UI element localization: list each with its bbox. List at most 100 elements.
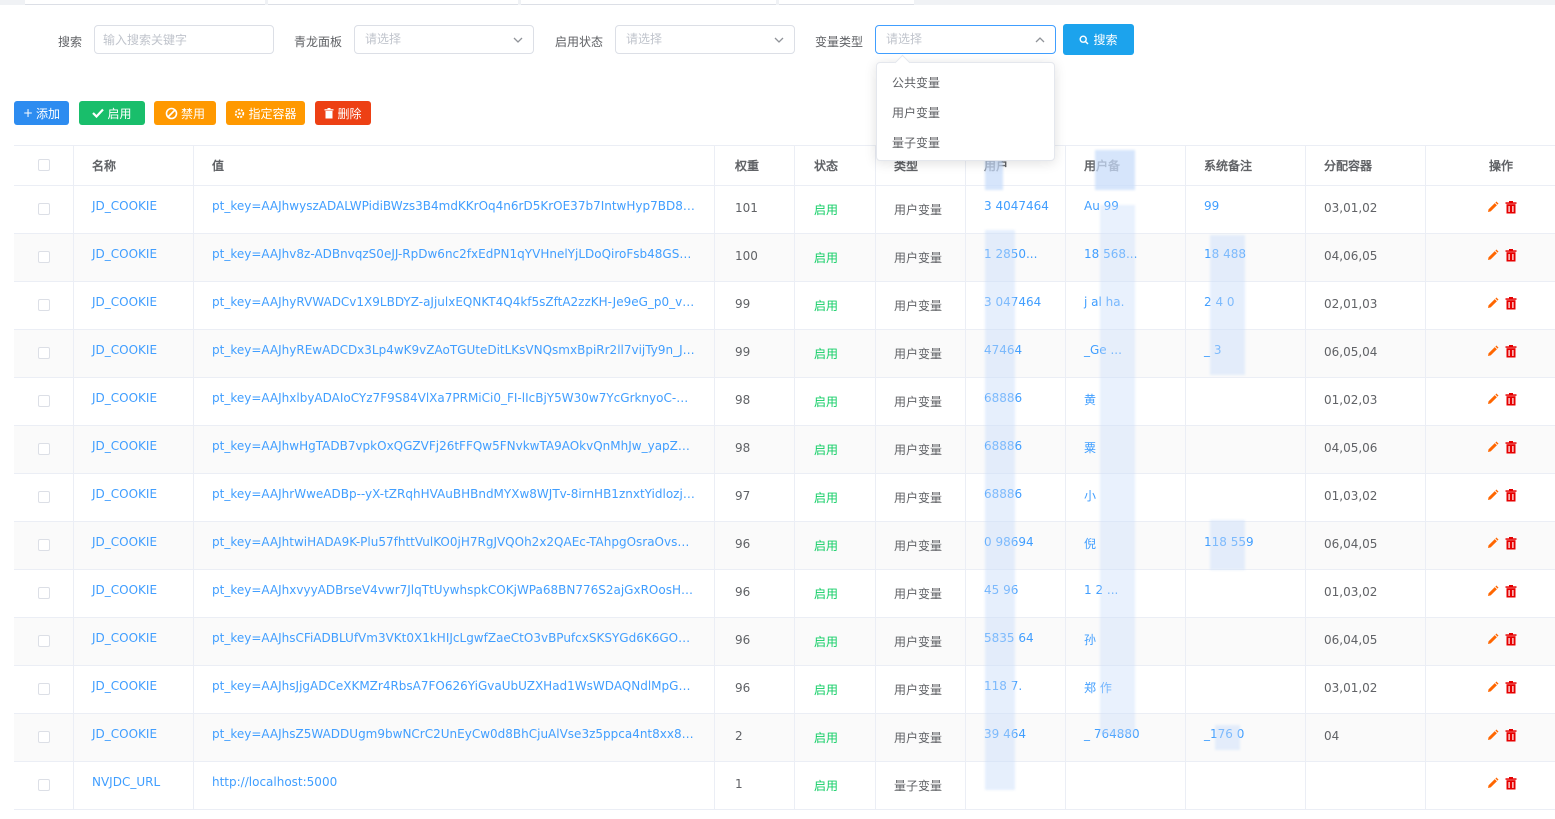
row-checkbox[interactable]	[38, 683, 50, 695]
delete-icon[interactable]	[1505, 297, 1517, 310]
variable-value-link[interactable]: pt_key=AAJhyRVWADCv1X9LBDYZ-aJjulxEQNKT4…	[212, 295, 695, 309]
select-all-checkbox[interactable]	[38, 159, 50, 171]
row-checkbox[interactable]	[38, 251, 50, 263]
row-checkbox[interactable]	[38, 779, 50, 791]
disable-button[interactable]: 禁用	[154, 101, 216, 125]
variable-name-link[interactable]: JD_COOKIE	[92, 679, 157, 693]
delete-icon[interactable]	[1505, 681, 1517, 694]
variable-name-link[interactable]: JD_COOKIE	[92, 295, 157, 309]
user-note-value[interactable]: 小	[1084, 487, 1096, 504]
sys-note-cell: 18 488	[1186, 234, 1306, 281]
variable-value-link[interactable]: pt_key=AAJhtwiHADA9K-Plu57fhttVulKO0jH7R…	[212, 535, 695, 549]
tab-4[interactable]	[779, 0, 914, 5]
actions-cell	[1426, 570, 1555, 617]
row-checkbox[interactable]	[38, 203, 50, 215]
tab-2[interactable]	[268, 0, 518, 5]
variable-name-link[interactable]: JD_COOKIE	[92, 535, 157, 549]
variable-name-link[interactable]: JD_COOKIE	[92, 247, 157, 261]
user-note-value[interactable]: 孙	[1084, 631, 1096, 648]
delete-icon[interactable]	[1505, 633, 1517, 646]
type-select[interactable]: 请选择	[875, 25, 1056, 54]
variable-value-link[interactable]: pt_key=AAJhwHgTADB7vpkOxQGZVFj26tFFQw5FN…	[212, 439, 695, 453]
delete-icon[interactable]	[1505, 537, 1517, 550]
user-note-value[interactable]: 倪	[1084, 535, 1096, 552]
variable-value-link[interactable]: pt_key=AAJhsCFiADBLUfVm3VKt0X1kHIJcLgwfZ…	[212, 631, 695, 645]
variable-name-link[interactable]: JD_COOKIE	[92, 343, 157, 357]
search-button[interactable]: 搜索	[1063, 24, 1134, 55]
delete-icon[interactable]	[1505, 489, 1517, 502]
search-field[interactable]	[94, 25, 274, 54]
edit-icon[interactable]	[1486, 249, 1499, 262]
edit-icon[interactable]	[1486, 633, 1499, 646]
variable-value-link[interactable]: pt_key=AAJhrWweADBp--yX-tZRqhHVAuBHBndMY…	[212, 487, 695, 501]
edit-icon[interactable]	[1486, 585, 1499, 598]
row-checkbox[interactable]	[38, 635, 50, 647]
search-input[interactable]	[103, 26, 273, 53]
delete-icon[interactable]	[1505, 585, 1517, 598]
weight-cell: 96	[715, 618, 795, 665]
variable-value-link[interactable]: pt_key=AAJhv8z-ADBnvqzS0eJJ-RpDw6nc2fxEd…	[212, 247, 695, 261]
sys-note-value[interactable]: 99	[1204, 199, 1219, 213]
weight-value: 1	[735, 777, 743, 791]
variable-value-link[interactable]: pt_key=AAJhxlbyADAIoCYz7F9S84VlXa7PRMiCi…	[212, 391, 695, 405]
row-checkbox[interactable]	[38, 539, 50, 551]
variable-name-link[interactable]: JD_COOKIE	[92, 391, 157, 405]
edit-icon[interactable]	[1486, 441, 1499, 454]
delete-icon[interactable]	[1505, 777, 1517, 790]
user-note-value[interactable]: 粟	[1084, 439, 1096, 456]
variable-name-link[interactable]: JD_COOKIE	[92, 199, 157, 213]
delete-icon[interactable]	[1505, 249, 1517, 262]
type-option-quantum[interactable]: 量子变量	[877, 128, 1054, 158]
variable-value-link[interactable]: pt_key=AAJhwyszADALWPidiBWzs3B4mdKKrOq4n…	[212, 199, 695, 213]
edit-icon[interactable]	[1486, 489, 1499, 502]
type-cell: 用户变量	[876, 234, 966, 281]
row-checkbox[interactable]	[38, 395, 50, 407]
delete-button[interactable]: 删除	[315, 101, 371, 125]
variable-value-link[interactable]: http://localhost:5000	[212, 775, 337, 789]
variable-name-link[interactable]: JD_COOKIE	[92, 631, 157, 645]
delete-icon[interactable]	[1505, 345, 1517, 358]
edit-icon[interactable]	[1486, 681, 1499, 694]
variable-name-link[interactable]: JD_COOKIE	[92, 487, 157, 501]
row-checkbox[interactable]	[38, 443, 50, 455]
variable-name-link[interactable]: JD_COOKIE	[92, 439, 157, 453]
delete-icon[interactable]	[1505, 393, 1517, 406]
edit-icon[interactable]	[1486, 777, 1499, 790]
delete-icon[interactable]	[1505, 729, 1517, 742]
type-value: 用户变量	[894, 683, 943, 697]
variable-name-link[interactable]: JD_COOKIE	[92, 583, 157, 597]
edit-icon[interactable]	[1486, 201, 1499, 214]
variable-name-link[interactable]: JD_COOKIE	[92, 727, 157, 741]
variable-value-link[interactable]: pt_key=AAJhsZ5WADDUgm9bwNCrC2UnEyCw0d8Bh…	[212, 727, 695, 741]
panel-select[interactable]: 请选择	[354, 25, 534, 54]
variable-value-link[interactable]: pt_key=AAJhxvyyADBrseV4vwr7JlqTtUywhspkC…	[212, 583, 695, 597]
row-checkbox[interactable]	[38, 587, 50, 599]
type-option-user[interactable]: 用户变量	[877, 98, 1054, 128]
row-checkbox[interactable]	[38, 491, 50, 503]
status-value: 启用	[814, 203, 839, 217]
variable-value-link[interactable]: pt_key=AAJhyREwADCDx3Lp4wK9vZAoTGUteDitL…	[212, 343, 695, 357]
tab-1[interactable]	[25, 0, 265, 5]
user-value[interactable]: 3 4047464	[984, 199, 1049, 213]
edit-icon[interactable]	[1486, 729, 1499, 742]
type-option-public[interactable]: 公共变量	[877, 68, 1054, 98]
assign-container-button[interactable]: 指定容器	[226, 101, 305, 125]
edit-icon[interactable]	[1486, 393, 1499, 406]
edit-icon[interactable]	[1486, 345, 1499, 358]
delete-icon[interactable]	[1505, 441, 1517, 454]
variable-name-link[interactable]: NVJDC_URL	[92, 775, 160, 789]
delete-icon[interactable]	[1505, 201, 1517, 214]
status-select[interactable]: 请选择	[615, 25, 795, 54]
add-button[interactable]: + 添加	[14, 101, 69, 125]
name-cell: JD_COOKIE	[74, 426, 194, 473]
enable-button[interactable]: 启用	[79, 101, 145, 125]
tab-3[interactable]	[521, 0, 776, 5]
row-checkbox[interactable]	[38, 731, 50, 743]
user-note-value[interactable]: 黄	[1084, 391, 1096, 408]
edit-icon[interactable]	[1486, 537, 1499, 550]
user-cell: 68886	[966, 426, 1066, 473]
row-checkbox[interactable]	[38, 299, 50, 311]
variable-value-link[interactable]: pt_key=AAJhsJjgADCeXKMZr4RbsA7FO626YiGva…	[212, 679, 695, 693]
row-checkbox[interactable]	[38, 347, 50, 359]
edit-icon[interactable]	[1486, 297, 1499, 310]
